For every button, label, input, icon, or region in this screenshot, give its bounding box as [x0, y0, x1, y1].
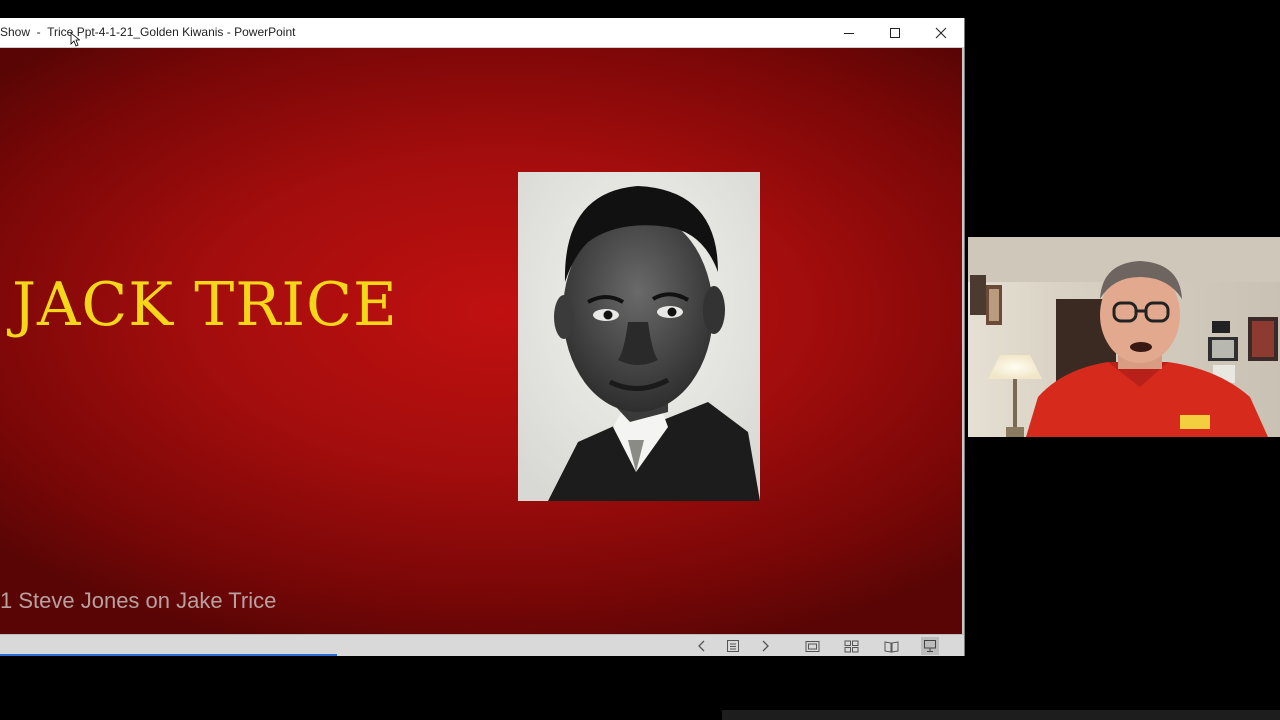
title-bar[interactable]: Show - Trice Ppt-4-1-21_Golden Kiwanis -…: [0, 18, 964, 48]
mouse-cursor-icon: [70, 32, 80, 47]
powerpoint-window: Show - Trice Ppt-4-1-21_Golden Kiwanis -…: [0, 18, 965, 656]
taskbar-edge: [722, 710, 1280, 720]
previous-slide-button[interactable]: [693, 637, 711, 655]
webcam-video-feed: [968, 237, 1280, 437]
slide-sorter-button[interactable]: [842, 637, 860, 655]
slide-show-icon: [924, 640, 936, 652]
portrait-illustration: [518, 172, 760, 501]
slide-caption: 1 Steve Jones on Jake Trice: [0, 588, 277, 613]
next-slide-icon: [762, 640, 769, 652]
portrait-photo: [518, 172, 760, 501]
minimize-button[interactable]: [826, 18, 872, 47]
presenter-video-illustration: [968, 237, 1280, 437]
maximize-button[interactable]: [872, 18, 918, 47]
normal-view-icon: [805, 640, 819, 652]
normal-view-button[interactable]: [803, 637, 821, 655]
slide-canvas[interactable]: JACK TRICE 1 Steve Jones on Jake Trice: [0, 48, 962, 634]
slideshow-status-bar: [0, 634, 964, 656]
slide-show-button[interactable]: [921, 637, 939, 655]
slide-title: JACK TRICE: [12, 270, 398, 340]
minimize-icon: [844, 32, 854, 34]
slide-sorter-icon: [844, 640, 858, 652]
slide-menu-icon: [727, 640, 739, 652]
slide-menu-button[interactable]: [724, 637, 742, 655]
close-icon: [935, 27, 947, 38]
maximize-icon: [890, 27, 900, 38]
close-button[interactable]: [918, 18, 964, 47]
next-slide-button[interactable]: [756, 637, 774, 655]
reading-view-icon: [884, 640, 898, 653]
reading-view-button[interactable]: [882, 637, 900, 655]
presentation-progress-bar: [0, 654, 338, 656]
previous-slide-icon: [698, 640, 705, 652]
window-title: Show - Trice Ppt-4-1-21_Golden Kiwanis -…: [0, 25, 296, 39]
